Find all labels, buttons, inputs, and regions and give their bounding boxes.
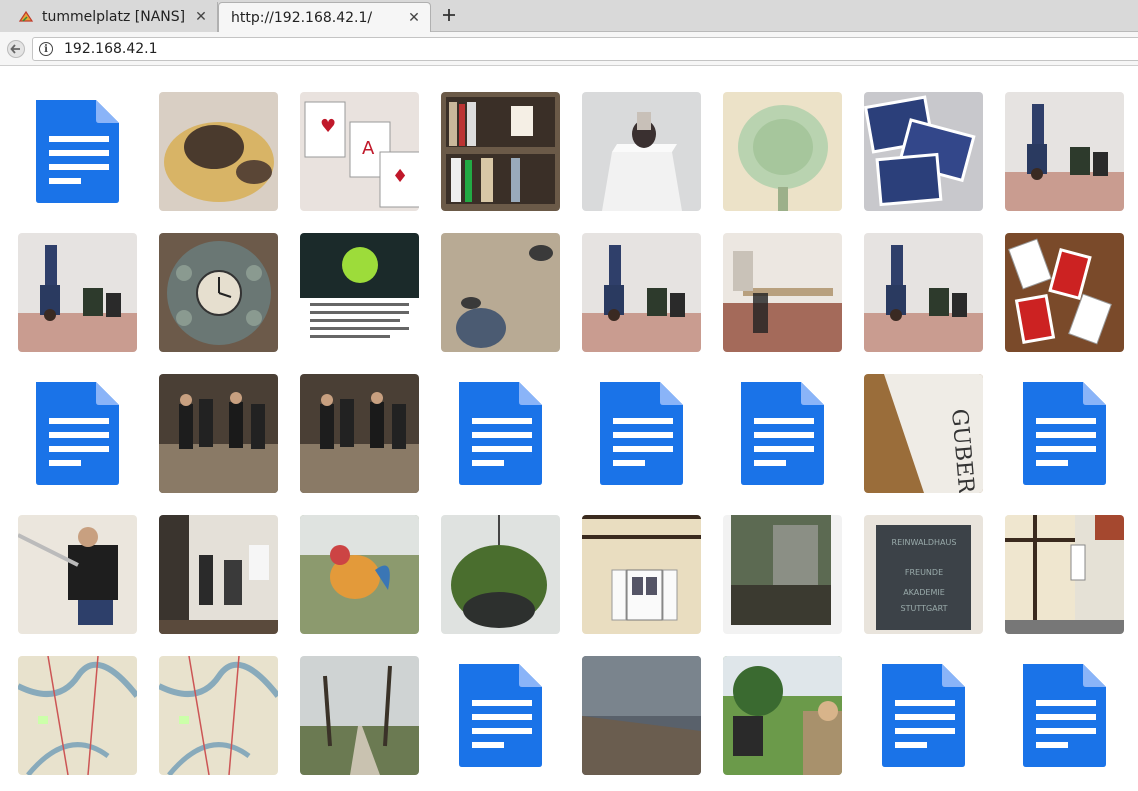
document-icon[interactable]: [18, 92, 137, 211]
svg-text:REINWALDHAUS: REINWALDHAUS: [892, 538, 957, 547]
svg-text:AKADEMIE: AKADEMIE: [903, 588, 945, 597]
photo-cabbage-drawing[interactable]: [723, 92, 842, 211]
photo-reinwaldhaus-plaque[interactable]: REINWALDHAUS FREUNDE AKADEMIE STUTTGART: [864, 515, 983, 634]
photo-playing-cards[interactable]: ♥ A ♦: [300, 92, 419, 211]
photo-map[interactable]: [18, 656, 137, 775]
svg-text:♥: ♥: [320, 116, 336, 137]
photo-cards-wooden-table[interactable]: [1005, 233, 1124, 352]
photo-rooster-figure[interactable]: [300, 515, 419, 634]
url-text[interactable]: 192.168.42.1: [64, 41, 158, 57]
photo-group-dark-room[interactable]: [159, 374, 278, 493]
document-icon[interactable]: [441, 656, 560, 775]
navigation-bar: i 192.168.42.1: [0, 32, 1138, 66]
document-icon[interactable]: [864, 656, 983, 775]
photo-half-timbered-house[interactable]: [1005, 515, 1124, 634]
close-icon[interactable]: ✕: [193, 9, 209, 25]
photo-card-backs-blue[interactable]: [864, 92, 983, 211]
tab-title: tummelplatz [NANS]: [42, 9, 186, 25]
photo-truffle-potato[interactable]: [159, 92, 278, 211]
photo-group-dark-room[interactable]: [300, 374, 419, 493]
photo-person-wall[interactable]: [18, 515, 137, 634]
photo-table-chairs-room[interactable]: [723, 233, 842, 352]
photo-headstand-room[interactable]: [864, 233, 983, 352]
close-icon[interactable]: ✕: [406, 10, 422, 26]
document-icon[interactable]: [441, 374, 560, 493]
photo-people-hallway[interactable]: [159, 515, 278, 634]
address-bar[interactable]: i 192.168.42.1: [32, 37, 1138, 61]
photo-bookshelf[interactable]: [441, 92, 560, 211]
thumbnail-gallery: ♥ A ♦ GUBERNO REINWALDHAUS FREUNDE AKADEMIE STU…: [0, 66, 1138, 791]
photo-headstand-room[interactable]: [582, 233, 701, 352]
tab-bar: tummelplatz [NANS] ✕ http://192.168.42.1…: [0, 0, 1138, 32]
tab-current[interactable]: http://192.168.42.1/ ✕: [218, 2, 431, 32]
photo-headstand-room[interactable]: [1005, 92, 1124, 211]
photo-headstand-room[interactable]: [18, 233, 137, 352]
photo-people-park[interactable]: [723, 656, 842, 775]
photo-path-trees[interactable]: [300, 656, 419, 775]
svg-text:A: A: [362, 138, 375, 159]
document-icon[interactable]: [1005, 656, 1124, 775]
back-button[interactable]: [5, 38, 27, 60]
photo-half-timbered-window[interactable]: [582, 515, 701, 634]
photo-lake-shore[interactable]: [582, 656, 701, 775]
tab-tummelplatz[interactable]: tummelplatz [NANS] ✕: [0, 2, 218, 32]
photo-hanging-planter[interactable]: [441, 515, 560, 634]
tab-title: http://192.168.42.1/: [231, 9, 373, 26]
tummelplatz-favicon-icon: [18, 9, 34, 25]
photo-astronomical-clock[interactable]: [159, 233, 278, 352]
document-icon[interactable]: [1005, 374, 1124, 493]
photo-map[interactable]: [159, 656, 278, 775]
photo-poster[interactable]: [300, 233, 419, 352]
photo-window-reflection[interactable]: [723, 515, 842, 634]
new-tab-button[interactable]: [438, 4, 460, 26]
document-icon[interactable]: [723, 374, 842, 493]
svg-text:♦: ♦: [392, 166, 408, 187]
plus-icon: [443, 9, 455, 21]
document-icon[interactable]: [18, 374, 137, 493]
back-arrow-icon: [7, 40, 25, 58]
photo-feet-gravel[interactable]: [441, 233, 560, 352]
photo-hand-sculpture-pedestal[interactable]: [582, 92, 701, 211]
svg-text:FREUNDE: FREUNDE: [905, 568, 943, 577]
document-icon[interactable]: [582, 374, 701, 493]
photo-book-gubernator[interactable]: GUBERNO: [864, 374, 983, 493]
svg-text:STUTTGART: STUTTGART: [901, 604, 948, 613]
info-icon[interactable]: i: [39, 42, 53, 56]
